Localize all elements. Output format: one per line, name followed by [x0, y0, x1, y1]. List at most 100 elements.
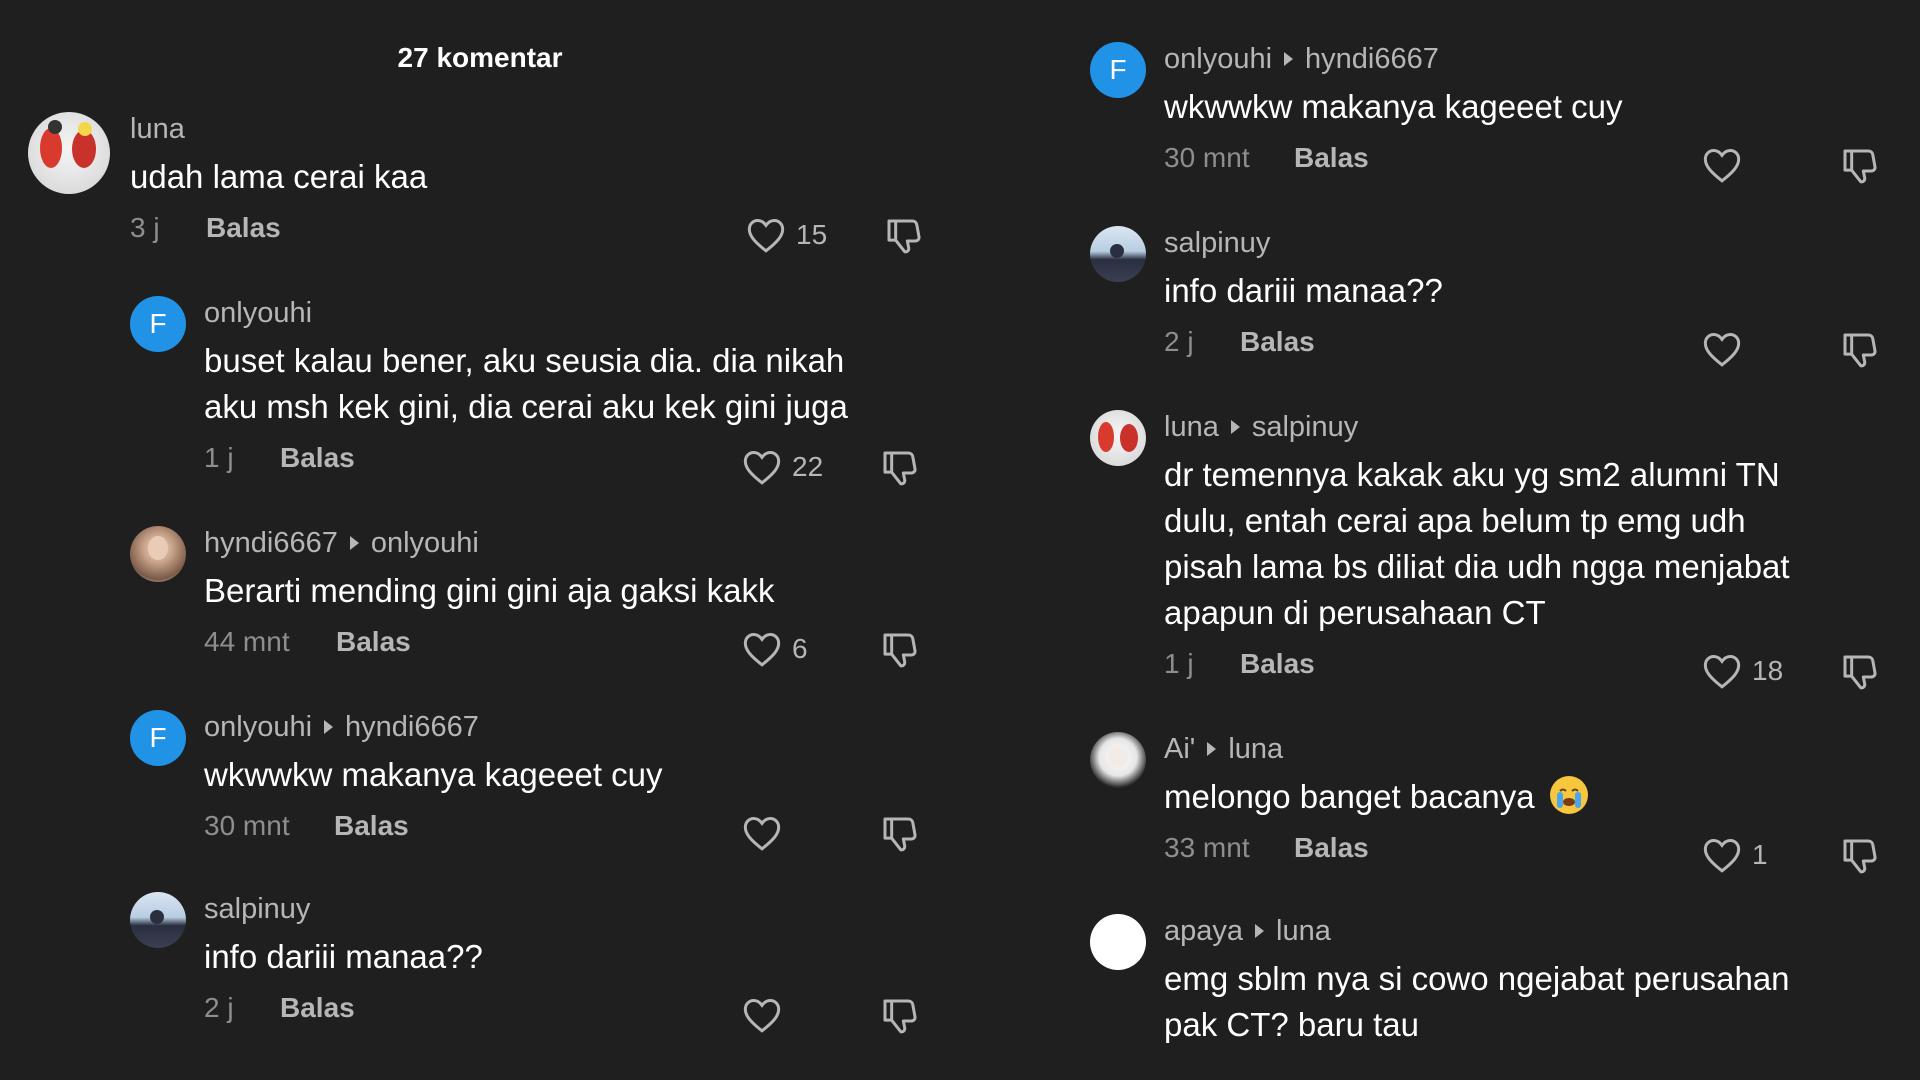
- dislike-button[interactable]: [884, 216, 924, 256]
- avatar[interactable]: F: [130, 710, 186, 766]
- comment-author[interactable]: onlyouhi hyndi6667: [1164, 42, 1623, 76]
- comment-meta: 30 mnt Balas: [204, 806, 663, 846]
- thumbs-down-icon: [1840, 652, 1880, 692]
- comment-text: wkwwkw makanya kageeet cuy: [1164, 88, 1623, 125]
- comment-time: 1 j: [1164, 648, 1194, 679]
- avatar[interactable]: [1090, 914, 1146, 970]
- reply-to-arrow-icon: [349, 536, 359, 551]
- comment-author[interactable]: hyndi6667 onlyouhi: [204, 526, 774, 560]
- reply-button[interactable]: Balas: [1240, 326, 1315, 358]
- loudly-crying-face-emoji: [1549, 776, 1588, 814]
- comment-author[interactable]: luna: [130, 112, 427, 146]
- left-comments-panel: 27 komentar luna udah lama cerai kaa 3 j…: [0, 0, 960, 1080]
- comment-author[interactable]: onlyouhi hyndi6667: [204, 710, 663, 744]
- reply-button[interactable]: Balas: [280, 992, 355, 1024]
- heart-outline-icon: [746, 216, 786, 254]
- thumbs-down-icon: [880, 630, 920, 670]
- comment-text: wkwwkw makanya kageeet cuy: [204, 756, 663, 793]
- dislike-button[interactable]: [1840, 330, 1880, 370]
- comment-time: 30 mnt: [204, 810, 290, 841]
- comment-meta: 1 j Balas: [1164, 644, 1790, 684]
- avatar[interactable]: [1090, 226, 1146, 282]
- like-button[interactable]: [1702, 146, 1742, 184]
- avatar[interactable]: F: [1090, 42, 1146, 98]
- heart-outline-icon: [742, 448, 782, 486]
- like-button[interactable]: 6: [742, 630, 808, 668]
- reply-button[interactable]: Balas: [1294, 142, 1369, 174]
- thumbs-down-icon: [1840, 146, 1880, 186]
- heart-outline-icon: [1702, 652, 1742, 690]
- reply-to-arrow-icon: [1284, 52, 1294, 67]
- like-count: 6: [792, 633, 808, 664]
- comment-meta: 33 mnt Balas: [1164, 828, 1588, 868]
- comment-text: buset kalau bener, aku seusia dia. dia n…: [204, 342, 848, 425]
- comment-author[interactable]: luna salpinuy: [1164, 410, 1790, 444]
- reply-button[interactable]: Balas: [336, 626, 411, 658]
- avatar[interactable]: [1090, 410, 1146, 466]
- comment-author[interactable]: salpinuy: [1164, 226, 1443, 260]
- thumbs-down-icon: [1840, 836, 1880, 876]
- comment-meta: 3 j Balas: [130, 208, 427, 248]
- thumbs-down-icon: [880, 448, 920, 488]
- heart-outline-icon: [1702, 146, 1742, 184]
- comment-author[interactable]: salpinuy: [204, 892, 483, 926]
- avatar-letter: F: [149, 308, 167, 339]
- dislike-button[interactable]: [880, 630, 920, 670]
- dislike-button[interactable]: [1840, 836, 1880, 876]
- like-button[interactable]: 1: [1702, 836, 1768, 874]
- avatar[interactable]: [130, 892, 186, 948]
- dislike-button[interactable]: [1840, 652, 1880, 692]
- comment-meta: 2 j Balas: [204, 988, 483, 1028]
- comment-meta: 30 mnt Balas: [1164, 138, 1623, 178]
- dislike-button[interactable]: [1840, 146, 1880, 186]
- like-button[interactable]: [742, 996, 782, 1034]
- like-count: 1: [1752, 839, 1768, 870]
- comment-text: dr temennya kakak aku yg sm2 alumni TN d…: [1164, 456, 1790, 631]
- thumbs-down-icon: [880, 814, 920, 854]
- reply-button[interactable]: Balas: [1240, 648, 1315, 680]
- dislike-button[interactable]: [880, 814, 920, 854]
- comment-time: 2 j: [1164, 326, 1194, 357]
- comment-text: info dariii manaa??: [204, 938, 483, 975]
- reply-button[interactable]: Balas: [280, 442, 355, 474]
- comment-time: 3 j: [130, 212, 160, 243]
- like-button[interactable]: 15: [746, 216, 827, 254]
- reply-button[interactable]: Balas: [206, 212, 281, 244]
- thumbs-down-icon: [884, 216, 924, 256]
- heart-outline-icon: [742, 630, 782, 668]
- reply-to-arrow-icon: [1255, 924, 1265, 939]
- comment-time: 1 j: [204, 442, 234, 473]
- thumbs-down-icon: [880, 996, 920, 1036]
- comment-time: 33 mnt: [1164, 832, 1250, 863]
- avatar[interactable]: [1090, 732, 1146, 788]
- avatar[interactable]: [130, 526, 186, 582]
- like-button[interactable]: [742, 814, 782, 852]
- comment-text: melongo banget bacanya: [1164, 774, 1588, 820]
- reply-button[interactable]: Balas: [334, 810, 409, 842]
- like-button[interactable]: [1702, 330, 1742, 368]
- comments-count-title: 27 komentar: [397, 42, 563, 73]
- heart-outline-icon: [1702, 330, 1742, 368]
- comment-author[interactable]: onlyouhi: [204, 296, 848, 330]
- like-button[interactable]: 22: [742, 448, 823, 486]
- like-button[interactable]: 18: [1702, 652, 1783, 690]
- comment-time: 30 mnt: [1164, 142, 1250, 173]
- comment-text: Berarti mending gini gini aja gaksi kakk: [204, 572, 775, 609]
- reply-button[interactable]: Balas: [1294, 832, 1369, 864]
- like-count: 15: [796, 219, 828, 250]
- comment-time: 44 mnt: [204, 626, 290, 657]
- comment-text: info dariii manaa??: [1164, 272, 1443, 309]
- dislike-button[interactable]: [880, 996, 920, 1036]
- comment-author[interactable]: Ai' luna: [1164, 732, 1588, 766]
- dislike-button[interactable]: [880, 448, 920, 488]
- comment-time: 2 j: [204, 992, 234, 1023]
- like-count: 18: [1752, 655, 1784, 686]
- comment-meta: 44 mnt Balas: [204, 622, 774, 662]
- thumbs-down-icon: [1840, 330, 1880, 370]
- like-count: 22: [792, 451, 824, 482]
- avatar[interactable]: [28, 112, 110, 194]
- avatar[interactable]: F: [130, 296, 186, 352]
- avatar-letter: F: [1109, 54, 1127, 85]
- comment-author[interactable]: apaya luna: [1164, 914, 1790, 948]
- reply-to-arrow-icon: [1207, 742, 1217, 757]
